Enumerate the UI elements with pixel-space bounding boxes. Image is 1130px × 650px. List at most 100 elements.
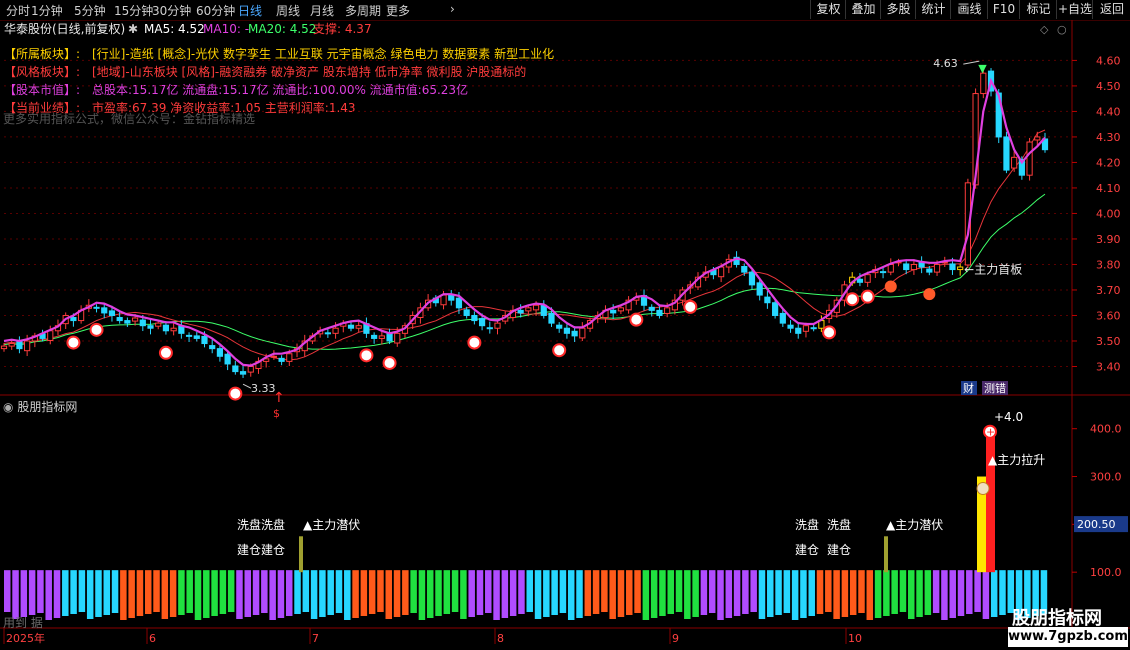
period-tab-1[interactable]: 1分钟 [31, 2, 63, 19]
toolbar-button-2[interactable]: 多股 [880, 0, 916, 19]
period-tab-0[interactable]: 分时 [6, 2, 30, 19]
toolbar-button-3[interactable]: 统计 [915, 0, 951, 19]
toolbar-button-8[interactable]: 返回 [1092, 0, 1130, 19]
indicator-bar [327, 570, 334, 615]
candle-body [556, 324, 563, 329]
candle-body [841, 284, 848, 301]
period-tab-5[interactable]: 60分钟 [196, 2, 235, 19]
candle-body [378, 335, 385, 339]
buy-signal-icon [89, 322, 104, 337]
collapse-icon[interactable]: ◉ [3, 400, 13, 414]
candle-body [417, 307, 424, 319]
indicator-bar [808, 570, 815, 616]
candle-body [918, 261, 925, 268]
indicator-bar [95, 570, 102, 617]
settings-gear-icon[interactable]: ✱ [128, 20, 138, 38]
price-tick-label: 4.40 [1096, 105, 1121, 118]
indicator-axis: 400.0 300.0 200.0 100.0 200.50 [1072, 423, 1128, 579]
period-tab-8[interactable]: 月线 [310, 2, 334, 19]
candle-body [856, 278, 864, 283]
candle-body [455, 297, 463, 309]
date-tick-label: 9 [672, 632, 679, 645]
indicator-bar [285, 570, 293, 616]
candle-body [517, 309, 524, 314]
candle-body [432, 297, 439, 304]
indicator-bar [949, 570, 956, 618]
candle-body [270, 355, 277, 358]
candle-body [178, 325, 185, 334]
candle-body [62, 314, 69, 325]
stock-title[interactable]: 华泰股份(日线,前复权) [4, 20, 125, 38]
candle-body [741, 266, 748, 273]
indicator-bar [899, 570, 907, 612]
indicator-bar [650, 570, 658, 618]
period-tab-7[interactable]: 周线 [276, 2, 300, 19]
indicator-bar [144, 570, 152, 614]
fin-badge [961, 381, 977, 395]
sector-row: 【风格板块】: [地域]-山东板块 [风格]-融资融券 破净资产 股东增持 低市净… [4, 63, 554, 81]
price-tick-label: 4.20 [1096, 156, 1121, 169]
sector-label: 【股本市值】: [4, 83, 81, 97]
indicator-bar [659, 570, 666, 616]
period-tab-6[interactable]: 日线 [238, 2, 262, 19]
ind-label-wash-1: 洗盘洗盘 [237, 518, 286, 532]
high-price-pointer [963, 60, 980, 65]
ind-label-top-text: +4.0 [994, 410, 1024, 424]
toolbar-button-5[interactable]: F10 [987, 0, 1020, 19]
indicator-bar [990, 570, 998, 617]
candle-body [216, 348, 224, 357]
toolbar-button-4[interactable]: 画线 [950, 0, 988, 19]
indicator-bar [576, 570, 583, 618]
toolbar-button-0[interactable]: 复权 [810, 0, 846, 19]
period-tab-9[interactable]: 多周期 [345, 2, 381, 19]
buy-signal-icon [467, 335, 482, 350]
period-tab-2[interactable]: 5分钟 [74, 2, 106, 19]
indicator-bar [418, 570, 426, 620]
money-bag-icon [976, 482, 990, 496]
candle-body [494, 322, 501, 329]
indicator-bar [169, 570, 177, 617]
plus-sign: + [986, 426, 995, 439]
candle-body [957, 266, 964, 271]
candle-body [301, 340, 308, 352]
indicator-bar [161, 570, 169, 619]
candle-body [509, 309, 517, 319]
price-tick-label: 4.60 [1096, 54, 1121, 67]
toolbar-button-7[interactable]: +自选 [1056, 0, 1093, 19]
toolbar-button-1[interactable]: 叠加 [845, 0, 881, 19]
candle-body [108, 310, 116, 316]
indicator-bar [468, 570, 475, 617]
plus-circle-icon [983, 424, 997, 439]
period-tab-10[interactable]: 更多 [386, 2, 410, 19]
indicator-bar [891, 570, 898, 614]
low-price-pointer [242, 383, 252, 389]
indicator-bar [211, 570, 218, 616]
price-tick-label: 3.70 [1096, 284, 1121, 297]
indicator-bar [551, 570, 558, 615]
candle-body [525, 307, 532, 312]
indicator-bar [559, 570, 567, 613]
candle-body [85, 304, 92, 309]
latent-marker-bar [884, 536, 888, 573]
candle-body [70, 317, 77, 322]
candle-body [987, 70, 995, 92]
candle-body [687, 284, 694, 289]
toolbar-button-6[interactable]: 标记 [1019, 0, 1057, 19]
indicator-bar [186, 570, 193, 613]
ind-tick-label: 100.0 [1090, 566, 1122, 579]
buy-signal-icon [382, 355, 397, 370]
indicator-bar [509, 570, 517, 616]
indicator-bar [866, 570, 874, 620]
period-tab-3[interactable]: 15分钟 [114, 2, 153, 19]
indicator-bar [360, 570, 368, 616]
candle-body [471, 314, 478, 322]
chevron-right-icon[interactable]: › [450, 2, 455, 16]
indicator-bar [319, 570, 326, 617]
buy-signal-icon [822, 325, 837, 340]
indicator-bar [849, 570, 857, 615]
period-tab-4[interactable]: 30分钟 [152, 2, 191, 19]
candle-body [825, 309, 833, 320]
indicator-title[interactable]: ◉ 股朋指标网 [3, 398, 77, 415]
indicator-bar [12, 570, 19, 619]
ind-label-wash-2b: 洗盘 [827, 518, 852, 532]
